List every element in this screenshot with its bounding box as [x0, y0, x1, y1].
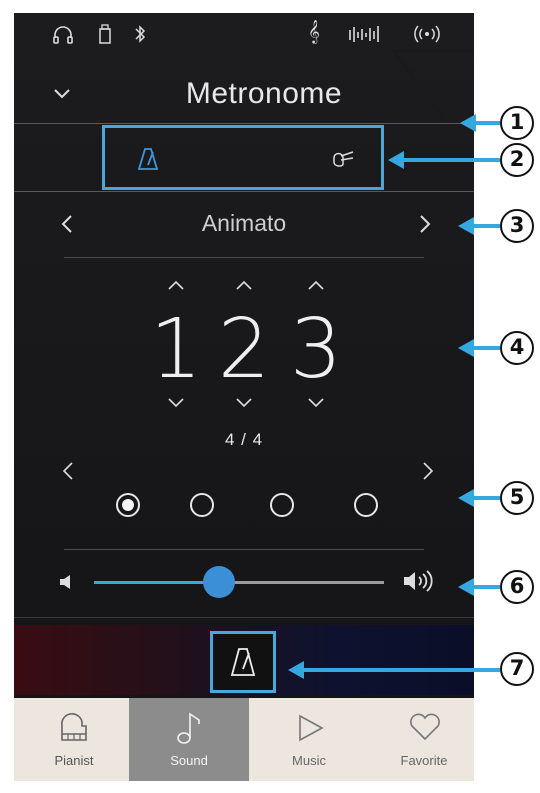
volume-fill [94, 581, 219, 584]
callout-2-arrow [402, 158, 500, 162]
equalizer-icon [348, 24, 382, 44]
phone-screen: 𝄞 Metronome Animato 1 2 3 4 / 4 Pianist … [14, 13, 474, 781]
beat-indicator-3 [270, 493, 294, 517]
play-icon [295, 712, 327, 744]
callout-6-arrowhead [458, 578, 474, 596]
bluetooth-icon [134, 23, 146, 45]
callout-6-arrow [472, 585, 500, 589]
callout-1-arrowhead [460, 114, 476, 132]
callout-1-arrow [474, 121, 500, 125]
metronome-start-button[interactable] [210, 631, 276, 693]
callout-7: 7 [500, 652, 534, 686]
callout-5-arrowhead [458, 489, 474, 507]
callout-4-arrow [472, 346, 500, 350]
tempo-next-icon[interactable] [418, 213, 432, 235]
digit-2-down-icon[interactable] [234, 397, 254, 409]
callout-5-arrow [472, 496, 500, 500]
beat-indicator-4 [354, 493, 378, 517]
callout-3-arrow [472, 224, 500, 228]
page-title: Metronome [185, 77, 343, 110]
beat-indicator-1 [116, 493, 140, 517]
digit-3-up-icon[interactable] [306, 279, 326, 291]
heart-icon [408, 712, 442, 742]
header-divider [14, 123, 474, 124]
mode-switch [102, 125, 384, 190]
beat-next-icon[interactable] [422, 461, 434, 481]
rhythm-hand-icon[interactable] [331, 148, 357, 170]
digit-3-down-icon[interactable] [306, 397, 326, 409]
tab-music[interactable]: Music [249, 698, 369, 781]
tempo-name: Animato [201, 210, 287, 236]
bottom-tab-bar: Pianist Sound Music Favorite [14, 698, 474, 781]
beat-divider [64, 549, 424, 550]
volume-track[interactable] [94, 581, 384, 584]
callout-6: 6 [500, 570, 534, 604]
beat-indicator-2 [190, 493, 214, 517]
callout-7-arrow [302, 668, 500, 672]
callout-2-arrowhead [388, 151, 404, 169]
callout-2: 2 [500, 143, 534, 177]
headphones-icon [52, 25, 74, 45]
digit-2-up-icon[interactable] [234, 279, 254, 291]
metronome-icon [230, 646, 256, 678]
callout-1-leader-top [392, 50, 474, 52]
tab-label: Favorite [400, 753, 448, 768]
volume-divider [14, 617, 474, 618]
tab-label: Sound [170, 753, 208, 768]
chevron-down-icon[interactable] [52, 87, 72, 101]
callout-3: 3 [500, 209, 534, 243]
callout-4-arrowhead [458, 339, 474, 357]
tempo-digit-1[interactable]: 1 [146, 309, 206, 391]
callout-1: 1 [500, 106, 534, 140]
callout-5: 5 [500, 481, 534, 515]
usb-memory-icon [98, 23, 112, 45]
digit-1-up-icon[interactable] [166, 279, 186, 291]
time-signature[interactable]: 4 / 4 [204, 430, 284, 450]
mode-divider [14, 191, 474, 192]
volume-slider-knob[interactable] [202, 566, 235, 598]
treble-clef-icon: 𝄞 [308, 21, 320, 43]
metronome-icon[interactable] [137, 146, 159, 172]
tab-pianist[interactable]: Pianist [14, 698, 134, 781]
digit-1-down-icon[interactable] [166, 397, 186, 409]
music-note-icon [175, 710, 203, 746]
volume-high-icon [402, 569, 434, 593]
tab-favorite[interactable]: Favorite [364, 698, 474, 781]
tab-label: Pianist [54, 753, 94, 768]
tab-label: Music [292, 753, 326, 768]
tempo-digit-3[interactable]: 3 [286, 309, 346, 391]
beat-prev-icon[interactable] [62, 461, 74, 481]
tempo-name-divider [64, 257, 424, 258]
tab-sound[interactable]: Sound [129, 698, 249, 781]
tempo-prev-icon[interactable] [60, 213, 74, 235]
callout-4: 4 [500, 331, 534, 365]
volume-low-icon [58, 573, 72, 591]
wireless-icon [412, 23, 442, 45]
callout-3-arrowhead [458, 217, 474, 235]
callout-7-arrowhead [288, 661, 304, 679]
piano-icon [58, 712, 90, 744]
tempo-digit-2[interactable]: 2 [214, 309, 274, 391]
